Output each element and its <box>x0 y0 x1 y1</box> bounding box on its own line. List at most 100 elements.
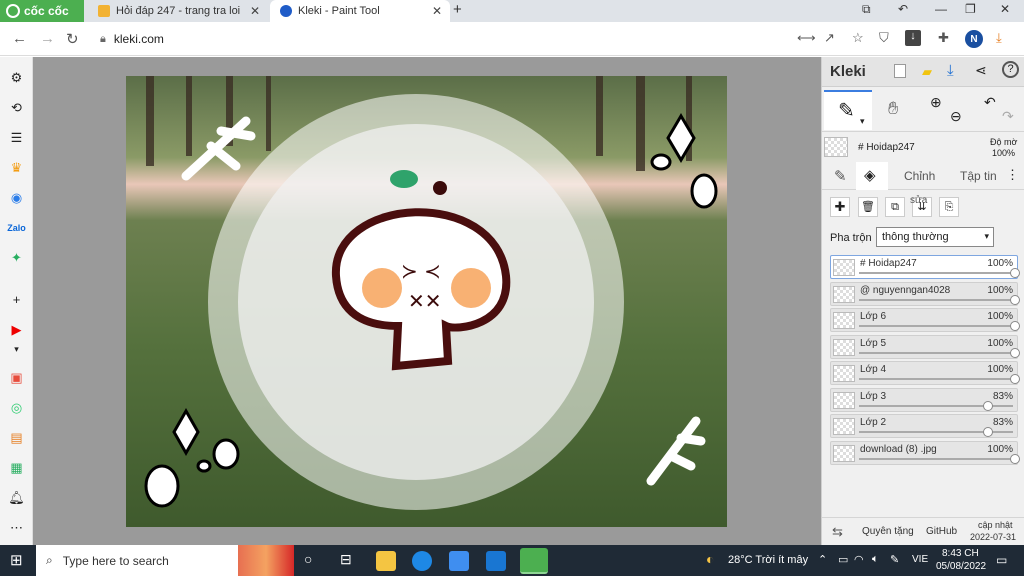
maps-icon[interactable]: ◎ <box>8 399 25 416</box>
coccoc-menu-button[interactable]: cốc cốc <box>0 0 84 22</box>
layer-opacity-knob[interactable] <box>1010 321 1020 331</box>
shopping-icon[interactable]: ▣ <box>8 369 25 386</box>
undo-icon[interactable]: ↶ <box>984 94 996 111</box>
bookmark-star-icon[interactable]: ☆ <box>852 30 864 46</box>
clock-date[interactable]: 05/08/2022 <box>936 561 986 572</box>
back-history-icon[interactable]: ↶ <box>898 2 908 16</box>
layer-opacity-slider[interactable] <box>859 457 1013 460</box>
save-download-icon[interactable]: ⤓ <box>947 62 954 79</box>
delete-layer-button[interactable]: 🗑︎ <box>858 197 878 217</box>
tab-search-icon[interactable]: ⧉ <box>862 2 871 17</box>
rename-layer-button[interactable]: ⎘ <box>939 197 959 217</box>
clock-time[interactable]: 8:43 CH <box>942 548 979 559</box>
crown-icon[interactable]: ♛ <box>8 159 25 176</box>
minimize-icon[interactable]: — <box>935 2 947 16</box>
mail-icon[interactable] <box>486 551 506 571</box>
layer-opacity-slider[interactable] <box>859 351 1013 354</box>
layer-row[interactable]: Lớp 4 100% <box>830 361 1020 385</box>
forward-icon[interactable]: → <box>40 30 55 47</box>
layer-row[interactable]: @ nguyenngan4028 100% <box>830 281 1020 306</box>
more-vertical-icon[interactable]: ⋮ <box>1006 167 1019 183</box>
add-layer-button[interactable]: ✚ <box>830 197 850 217</box>
tab-brush-icon[interactable]: ✎ <box>834 167 847 185</box>
reload-icon[interactable]: ↻ <box>66 30 79 48</box>
restore-icon[interactable]: ❐ <box>965 2 976 16</box>
messenger-icon[interactable]: ◉ <box>8 189 25 206</box>
download-video-icon[interactable]: ↓ <box>905 30 921 46</box>
layer-opacity-slider[interactable] <box>859 378 1013 380</box>
notification-icon[interactable]: ▭ <box>996 553 1007 567</box>
layer-opacity-slider[interactable] <box>859 272 1013 274</box>
close-tab-icon[interactable]: ✕ <box>250 4 260 18</box>
tab-adjust[interactable]: Chỉnh <box>904 169 935 183</box>
layer-opacity-slider[interactable] <box>859 298 1013 301</box>
wifi-icon[interactable]: ◠ <box>854 553 864 566</box>
battery-icon[interactable]: ▭ <box>838 553 848 566</box>
donate-link[interactable]: Quyên tặng <box>862 526 914 537</box>
windows-start-icon[interactable]: ⊞ <box>10 551 23 569</box>
layer-opacity-knob[interactable] <box>1010 268 1020 278</box>
tab-layers[interactable]: ◈ <box>856 162 888 190</box>
layer-opacity-knob[interactable] <box>1010 374 1020 384</box>
hand-tool-icon[interactable]: ✋︎ <box>888 98 898 119</box>
edge-icon[interactable] <box>412 551 432 571</box>
close-window-icon[interactable]: ✕ <box>1000 2 1010 16</box>
weather-text[interactable]: 28°C Trời ít mây <box>728 554 808 566</box>
task-view-icon[interactable]: ○ <box>304 551 312 567</box>
file-explorer-icon[interactable] <box>376 551 396 571</box>
github-link[interactable]: GitHub <box>926 526 957 537</box>
store-icon[interactable]: ▤ <box>8 429 25 446</box>
layer-opacity-knob[interactable] <box>1010 453 1020 464</box>
downloads-icon[interactable]: ⤓ <box>996 30 1002 46</box>
layer-opacity-knob[interactable] <box>1010 347 1020 358</box>
redo-icon[interactable]: ↷ <box>1002 108 1014 125</box>
profile-avatar[interactable]: N <box>965 30 983 48</box>
widgets-icon[interactable]: ⊟ <box>340 551 352 568</box>
notes-icon[interactable]: ☰ <box>8 129 25 146</box>
layer-opacity-knob[interactable] <box>983 427 994 437</box>
new-tab-button[interactable]: + <box>453 1 462 18</box>
store-icon[interactable] <box>449 551 469 571</box>
layer-row[interactable]: Lớp 6 100% <box>830 308 1020 332</box>
coccoc-taskbar-icon[interactable] <box>520 548 548 574</box>
share-icon[interactable]: ↗ <box>824 30 835 46</box>
brush-tool-button[interactable]: ✎ ▾ <box>824 90 872 130</box>
share-icon[interactable]: ⋖ <box>975 62 987 79</box>
zoom-in-icon[interactable]: ⊕ <box>930 94 942 111</box>
back-icon[interactable]: ← <box>12 30 27 47</box>
pen-icon[interactable]: ✎ <box>890 553 899 566</box>
extensions-icon[interactable]: ✚ <box>938 30 949 46</box>
duplicate-layer-button[interactable]: ⧉ <box>885 197 905 217</box>
settings-gear-icon[interactable]: ⚙ <box>8 69 25 86</box>
url-input[interactable]: 🔒︎ kleki.com <box>94 27 788 51</box>
shield-icon[interactable]: ⛉ <box>879 30 889 46</box>
layer-opacity-slider[interactable] <box>859 325 1013 327</box>
zalo-icon[interactable]: Zalo <box>7 219 26 236</box>
layer-row[interactable]: Lớp 2 83% <box>830 414 1018 438</box>
language-indicator[interactable]: VIE <box>912 554 928 565</box>
swap-icon[interactable]: ⇆ <box>832 524 843 540</box>
layer-opacity-knob[interactable] <box>1010 294 1020 305</box>
more-icon[interactable]: ⋯ <box>8 519 25 536</box>
open-folder-icon[interactable]: ▰ <box>922 64 932 80</box>
chevron-down-icon[interactable]: ▾ <box>8 341 25 358</box>
bell-icon[interactable]: 🔔︎ <box>8 489 25 506</box>
new-file-icon[interactable] <box>894 64 906 78</box>
game-icon[interactable]: ✦ <box>8 249 25 266</box>
layer-row[interactable]: # Hoidap247 100% <box>830 255 1020 279</box>
layer-opacity-knob[interactable] <box>983 400 994 411</box>
youtube-icon[interactable]: ▶ <box>8 321 25 338</box>
layer-row[interactable]: Lớp 5 100% <box>830 334 1020 359</box>
sheet-icon[interactable]: ▦ <box>8 459 25 476</box>
blend-mode-select[interactable]: thông thường ▾ <box>876 227 994 247</box>
drawing-canvas[interactable]: ≻ ≺ ✕✕ <box>126 76 727 527</box>
tab-hoidap[interactable]: Hỏi đáp 247 - trang tra loi ✕ <box>88 0 268 22</box>
add-icon[interactable]: + <box>8 291 25 308</box>
tab-kleki[interactable]: Kleki - Paint Tool ✕ <box>270 0 450 22</box>
layer-row[interactable]: Lớp 3 83% <box>830 387 1018 412</box>
layer-row[interactable]: download (8) .jpg 100% <box>830 440 1020 465</box>
tray-chevron-icon[interactable]: ⌃ <box>818 553 827 566</box>
translate-icon[interactable]: ⟷ <box>797 30 816 46</box>
canvas-workarea[interactable]: ≻ ≺ ✕✕ <box>33 57 821 545</box>
zoom-out-icon[interactable]: ⊖ <box>950 108 962 125</box>
